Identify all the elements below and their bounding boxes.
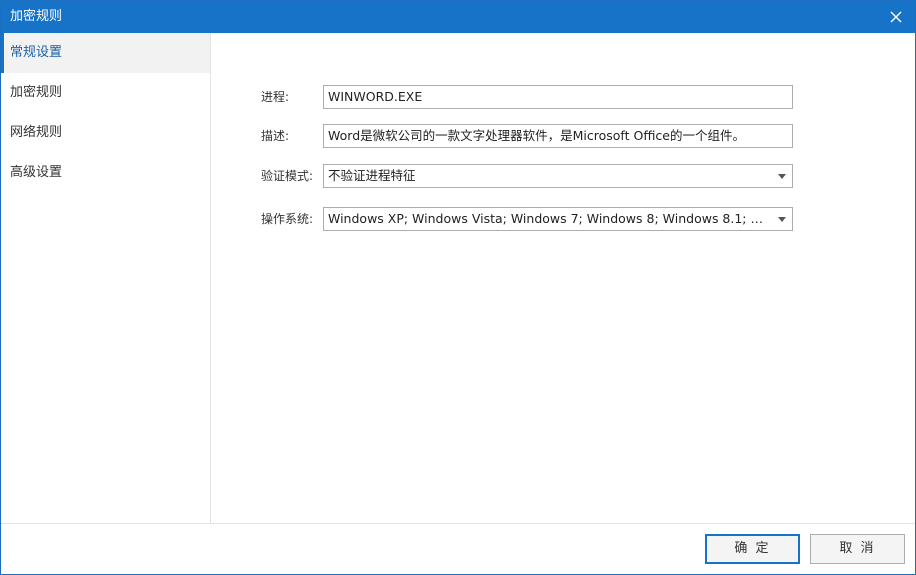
sidebar-item-encryption-rules[interactable]: 加密规则 bbox=[1, 73, 210, 113]
process-label: 进程: bbox=[261, 90, 290, 104]
sidebar-item-label: 高级设置 bbox=[10, 165, 63, 180]
verify-mode-label: 验证模式: bbox=[261, 169, 314, 183]
sidebar: 常规设置 加密规则 网络规则 高级设置 bbox=[1, 33, 211, 523]
ok-button[interactable]: 确 定 bbox=[705, 534, 800, 564]
chevron-down-icon[interactable] bbox=[776, 165, 788, 187]
chevron-down-icon[interactable] bbox=[776, 208, 788, 230]
os-select[interactable]: Windows XP; Windows Vista; Windows 7; Wi… bbox=[323, 207, 793, 231]
os-row: 操作系统: Windows XP; Windows Vista; Windows… bbox=[212, 207, 915, 231]
settings-panel: 进程: WINWORD.EXE 描述: Word是微软公司的一款文字处理器软件，… bbox=[212, 33, 915, 523]
description-input[interactable]: Word是微软公司的一款文字处理器软件，是Microsoft Office的一个… bbox=[323, 124, 793, 148]
sidebar-item-general-settings[interactable]: 常规设置 bbox=[1, 33, 210, 73]
title-bar: 加密规则 bbox=[1, 1, 915, 33]
close-icon[interactable] bbox=[887, 8, 905, 26]
cancel-button[interactable]: 取 消 bbox=[810, 534, 905, 564]
verify-mode-value: 不验证进程特征 bbox=[328, 168, 416, 183]
sidebar-item-label: 加密规则 bbox=[10, 85, 63, 100]
process-row: 进程: WINWORD.EXE bbox=[212, 85, 915, 109]
description-row: 描述: Word是微软公司的一款文字处理器软件，是Microsoft Offic… bbox=[212, 124, 915, 148]
sidebar-item-network-rules[interactable]: 网络规则 bbox=[1, 113, 210, 153]
os-value: Windows XP; Windows Vista; Windows 7; Wi… bbox=[328, 211, 768, 226]
description-label: 描述: bbox=[261, 129, 290, 143]
dialog-footer: 确 定 取 消 bbox=[1, 523, 915, 574]
process-value: WINWORD.EXE bbox=[328, 89, 423, 104]
description-value: Word是微软公司的一款文字处理器软件，是Microsoft Office的一个… bbox=[328, 128, 745, 143]
verify-mode-row: 验证模式: 不验证进程特征 bbox=[212, 164, 915, 188]
sidebar-item-label: 网络规则 bbox=[10, 125, 63, 140]
process-input[interactable]: WINWORD.EXE bbox=[323, 85, 793, 109]
sidebar-item-advanced-settings[interactable]: 高级设置 bbox=[1, 153, 210, 193]
verify-mode-select[interactable]: 不验证进程特征 bbox=[323, 164, 793, 188]
sidebar-item-label: 常规设置 bbox=[10, 45, 63, 60]
dialog-window: 加密规则 常规设置 加密规则 网络规则 高级设置 进程: WINWORD.EXE bbox=[0, 0, 916, 575]
os-label: 操作系统: bbox=[261, 212, 314, 226]
window-title: 加密规则 bbox=[10, 9, 63, 24]
